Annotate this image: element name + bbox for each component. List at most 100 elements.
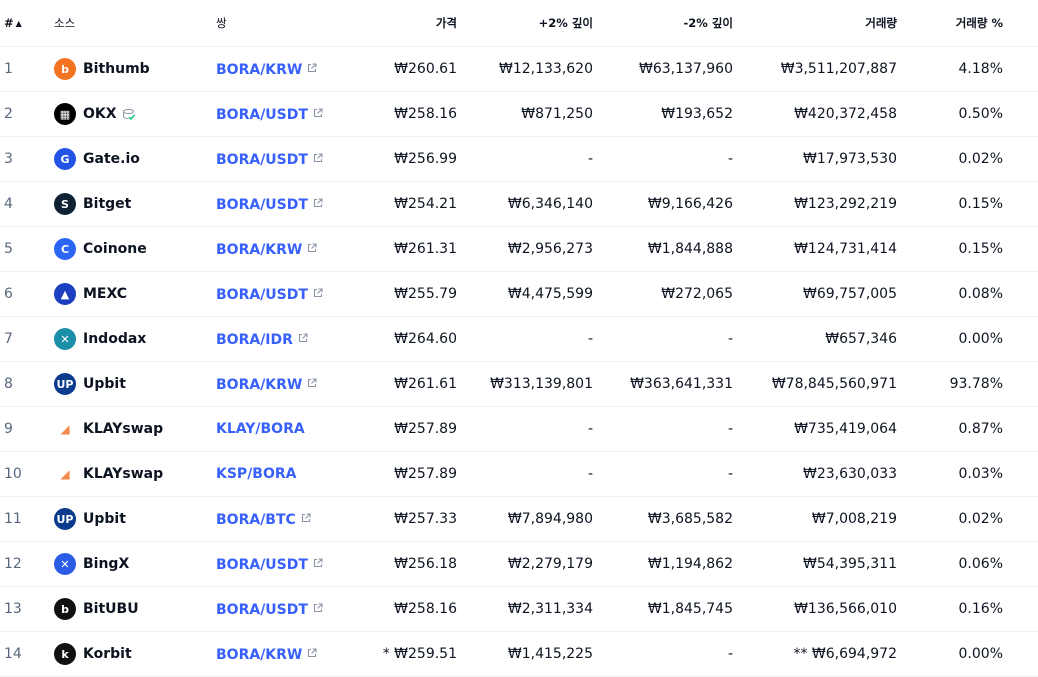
pair-cell[interactable]: KLAY/BORA [216, 406, 356, 452]
price-header[interactable]: 가격 [356, 0, 457, 47]
volume-pct-cell: 0.02% [897, 136, 1038, 182]
table-row[interactable]: 2 ▦ OKX BORA/USDT ₩258.16 ₩871,250 ₩193,652 ₩42… [0, 91, 1038, 137]
pair-link[interactable]: BORA/USDT [216, 107, 308, 123]
pair-cell[interactable]: BORA/USDT [216, 541, 356, 587]
pair-cell[interactable]: BORA/BTC [216, 496, 356, 542]
source-name[interactable]: Indodax [83, 331, 146, 347]
bingx-logo-icon: ✕ [54, 553, 76, 575]
pair-link[interactable]: KSP/BORA [216, 466, 297, 482]
pair-link[interactable]: BORA/USDT [216, 197, 308, 213]
pair-cell[interactable]: BORA/IDR [216, 316, 356, 362]
pair-cell[interactable]: BORA/USDT [216, 271, 356, 317]
depth-minus-header[interactable]: -2% 깊이 [593, 0, 733, 47]
pair-cell[interactable]: BORA/USDT [216, 91, 356, 137]
pair-cell[interactable]: BORA/USDT [216, 136, 356, 182]
table-row[interactable]: 1 b Bithumb BORA/KRW ₩260.61 ₩12,133,620 ₩63,1… [0, 46, 1038, 92]
table-row[interactable]: 4 S Bitget BORA/USDT ₩254.21 ₩6,346,140 ₩9,166… [0, 181, 1038, 227]
source-cell[interactable]: ✕ BingX [54, 541, 216, 587]
table-row[interactable]: 13 b BitUBU BORA/USDT ₩258.16 ₩2,311,334 ₩1,84… [0, 586, 1038, 632]
depth-minus-cell: - [593, 136, 733, 182]
rank-header[interactable]: # ▲ [0, 0, 54, 47]
table-row[interactable]: 14 k Korbit BORA/KRW * ₩259.51 ₩1,415,225- ** … [0, 631, 1038, 677]
price-cell: ₩257.89 [356, 451, 457, 497]
pair-cell[interactable]: BORA/KRW [216, 226, 356, 272]
volume-pct-cell: 0.00% [897, 631, 1038, 677]
pair-link[interactable]: KLAY/BORA [216, 421, 305, 437]
source-cell[interactable]: G Gate.io [54, 136, 216, 182]
external-link-icon[interactable] [307, 376, 317, 392]
table-row[interactable]: 11 UP Upbit BORA/BTC ₩257.33 ₩7,894,980 ₩3,685… [0, 496, 1038, 542]
source-cell[interactable]: b BitUBU [54, 586, 216, 632]
external-link-icon[interactable] [313, 556, 323, 572]
source-cell[interactable]: ◢ KLAYswap [54, 406, 216, 452]
external-link-icon[interactable] [313, 286, 323, 302]
pair-cell[interactable]: BORA/KRW [216, 361, 356, 407]
price-cell: ₩256.99 [356, 136, 457, 182]
depth-minus-cell: ₩1,845,745 [593, 586, 733, 632]
source-name[interactable]: Upbit [83, 376, 126, 392]
source-name[interactable]: Bitget [83, 196, 131, 212]
source-cell[interactable]: C Coinone [54, 226, 216, 272]
source-cell[interactable]: k Korbit [54, 631, 216, 677]
source-name[interactable]: BingX [83, 556, 129, 572]
source-name[interactable]: BitUBU [83, 601, 139, 617]
source-header[interactable]: 소스 [54, 0, 216, 47]
external-link-icon[interactable] [307, 61, 317, 77]
depth-plus-header[interactable]: +2% 깊이 [457, 0, 593, 47]
source-cell[interactable]: ▲ MEXC [54, 271, 216, 317]
rank-cell: 1 [0, 46, 54, 92]
table-row[interactable]: 6 ▲ MEXC BORA/USDT ₩255.79 ₩4,475,599 ₩272,065… [0, 271, 1038, 317]
pair-cell[interactable]: BORA/KRW [216, 46, 356, 92]
table-row[interactable]: 10 ◢ KLAYswap KSP/BORA ₩257.89- - ₩23,630,033 0… [0, 451, 1038, 497]
pair-link[interactable]: BORA/KRW [216, 377, 302, 393]
external-link-icon[interactable] [307, 646, 317, 662]
pair-cell[interactable]: BORA/KRW [216, 631, 356, 677]
source-cell[interactable]: ▦ OKX [54, 91, 216, 137]
pair-link[interactable]: BORA/USDT [216, 602, 308, 618]
external-link-icon[interactable] [313, 601, 323, 617]
pair-link[interactable]: BORA/BTC [216, 512, 296, 528]
source-name[interactable]: Bithumb [83, 61, 150, 77]
volume-header[interactable]: 거래량 [733, 0, 897, 47]
source-name[interactable]: Korbit [83, 646, 132, 662]
pair-link[interactable]: BORA/IDR [216, 332, 293, 348]
source-cell[interactable]: ✕ Indodax [54, 316, 216, 362]
source-name[interactable]: Coinone [83, 241, 147, 257]
table-row[interactable]: 8 UP Upbit BORA/KRW ₩261.61 ₩313,139,801 ₩363,… [0, 361, 1038, 407]
volume-pct-header[interactable]: 거래량 % [897, 0, 1038, 47]
external-link-icon[interactable] [307, 241, 317, 257]
source-name[interactable]: OKX [83, 106, 117, 122]
source-cell[interactable]: UP Upbit [54, 496, 216, 542]
source-name[interactable]: KLAYswap [83, 466, 163, 482]
external-link-icon[interactable] [301, 511, 311, 527]
pair-header[interactable]: 쌍 [216, 0, 356, 47]
pair-cell[interactable]: KSP/BORA [216, 451, 356, 497]
external-link-icon[interactable] [313, 151, 323, 167]
source-name[interactable]: MEXC [83, 286, 127, 302]
source-cell[interactable]: ◢ KLAYswap [54, 451, 216, 497]
source-name[interactable]: Upbit [83, 511, 126, 527]
table-row[interactable]: 9 ◢ KLAYswap KLAY/BORA ₩257.89- - ₩735,419,064… [0, 406, 1038, 452]
pair-link[interactable]: BORA/USDT [216, 152, 308, 168]
table-row[interactable]: 12 ✕ BingX BORA/USDT ₩256.18 ₩2,279,179 ₩1,194… [0, 541, 1038, 587]
external-link-icon[interactable] [298, 331, 308, 347]
pair-link[interactable]: BORA/USDT [216, 557, 308, 573]
table-row[interactable]: 3 G Gate.io BORA/USDT ₩256.99- - ₩17,973,530 0.… [0, 136, 1038, 182]
pair-cell[interactable]: BORA/USDT [216, 586, 356, 632]
pair-link[interactable]: BORA/USDT [216, 287, 308, 303]
source-cell[interactable]: UP Upbit [54, 361, 216, 407]
pair-link[interactable]: BORA/KRW [216, 647, 302, 663]
source-name[interactable]: Gate.io [83, 151, 140, 167]
table-row[interactable]: 7 ✕ Indodax BORA/IDR ₩264.60- - ₩657,346 0.00% [0, 316, 1038, 362]
pair-link[interactable]: BORA/KRW [216, 62, 302, 78]
source-cell[interactable]: S Bitget [54, 181, 216, 227]
pair-cell[interactable]: BORA/USDT [216, 181, 356, 227]
pair-link[interactable]: BORA/KRW [216, 242, 302, 258]
external-link-icon[interactable] [313, 196, 323, 212]
source-name[interactable]: KLAYswap [83, 421, 163, 437]
table-row[interactable]: 5 C Coinone BORA/KRW ₩261.31 ₩2,956,273 ₩1,844… [0, 226, 1038, 272]
source-cell[interactable]: b Bithumb [54, 46, 216, 92]
volume-pct-cell: 0.15% [897, 226, 1038, 272]
depth-plus-cell: - [457, 316, 593, 362]
external-link-icon[interactable] [313, 106, 323, 122]
